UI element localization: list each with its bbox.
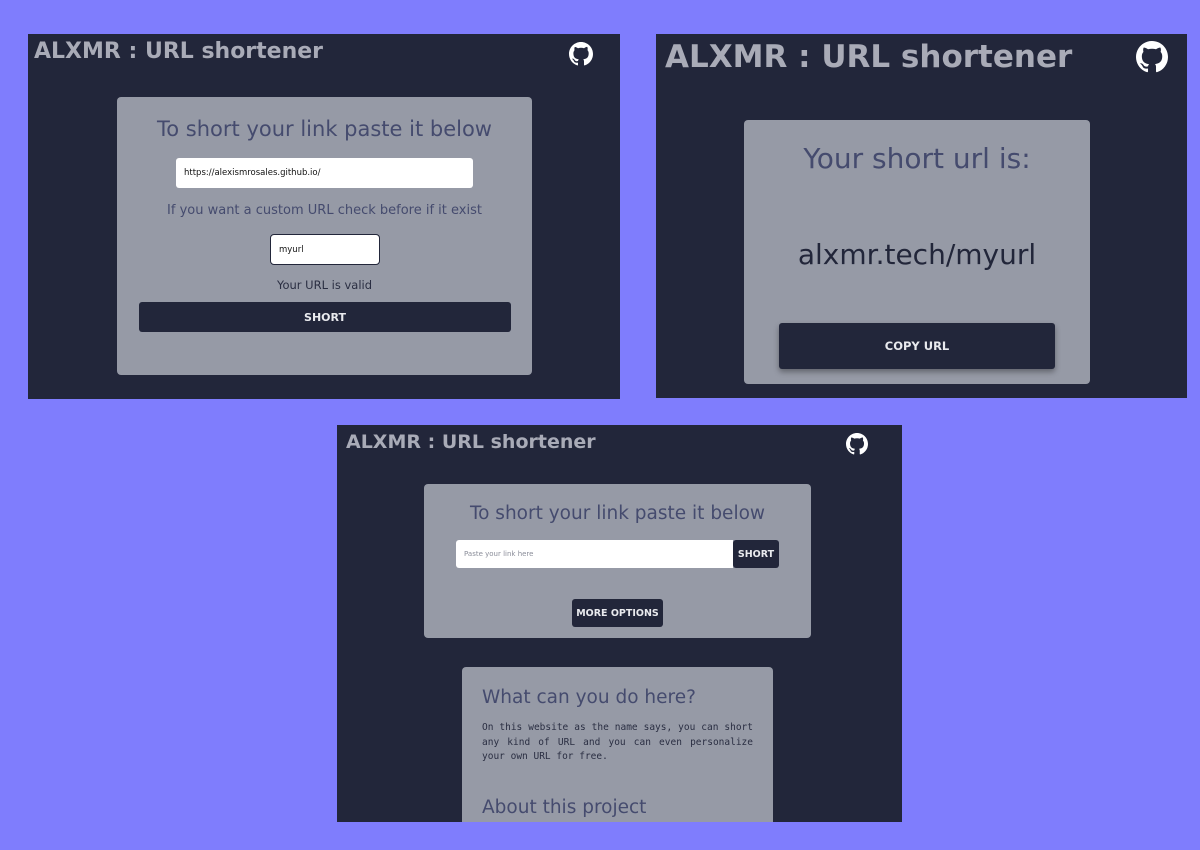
url-input[interactable]: Paste your link here [456,540,733,568]
info-heading: What can you do here? [482,687,696,708]
info-card: What can you do here? On this website as… [462,667,773,822]
short-url-text: alxmr.tech/myurl [797,238,1037,271]
card-heading: To short your link paste it below [157,117,492,141]
shorten-card: To short your link paste it below Paste … [424,484,811,638]
info-body: On this website as the name says, you ca… [482,722,753,762]
more-options-button[interactable]: MORE OPTIONS [572,599,663,627]
app-title: ALXMR : URL shortener [34,39,324,64]
result-card: Your short url is: alxmr.tech/myurl COPY… [744,120,1090,384]
result-heading: Your short url is: [803,142,1031,175]
about-heading: About this project [482,797,647,818]
copy-url-button[interactable]: COPY URL [779,323,1055,369]
short-button[interactable]: SHORT [733,540,779,568]
shorten-card: To short your link paste it below https:… [117,97,532,375]
screen-3-panel: ALXMR : URL shortener To short your link… [337,425,902,822]
github-icon[interactable] [1136,41,1168,77]
custom-url-input[interactable]: myurl [270,234,380,265]
github-icon[interactable] [846,433,868,459]
app-title: ALXMR : URL shortener [665,39,1073,75]
short-button[interactable]: SHORT [139,302,511,332]
card-heading: To short your link paste it below [469,503,766,524]
screen-1-panel: ALXMR : URL shortener To short your link… [28,34,620,399]
app-title: ALXMR : URL shortener [346,431,596,453]
url-input[interactable]: https://alexismrosales.github.io/ [176,158,473,188]
github-icon[interactable] [569,42,593,70]
screen-2-panel: ALXMR : URL shortener Your short url is:… [656,34,1187,398]
validation-message: Your URL is valid [276,278,373,292]
custom-url-hint: If you want a custom URL check before if… [167,203,482,218]
